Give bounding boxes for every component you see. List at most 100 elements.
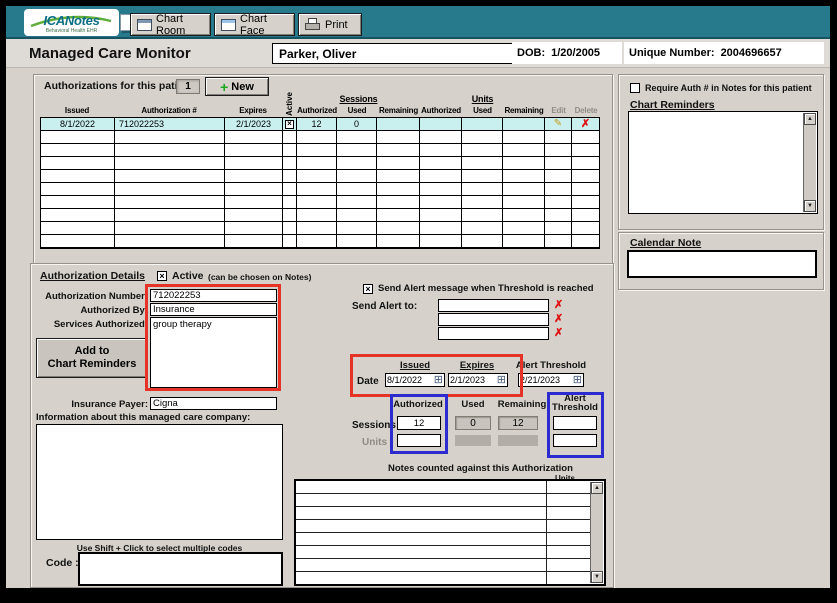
notes-list-scrollbar[interactable]: ▲ ▼	[590, 482, 603, 583]
chart-room-icon	[137, 19, 152, 31]
insurance-payer-input[interactable]	[150, 397, 277, 410]
remove-recipient-3-icon[interactable]: ✗	[554, 328, 563, 339]
chart-reminders-scrollbar[interactable]: ▲ ▼	[803, 113, 816, 212]
code-label: Code :	[46, 557, 79, 569]
remove-recipient-2-icon[interactable]: ✗	[554, 314, 563, 325]
cell-units-remaining	[503, 118, 545, 130]
col-header-units-remaining: Remaining	[503, 106, 545, 115]
notes-counted-label: Notes counted against this Authorization	[388, 463, 573, 474]
services-authorized-textarea[interactable]: group therapy	[150, 317, 277, 388]
auth-table-rows: 8/1/2022 712022253 2/1/2023 × 12 0 ✎ ✗	[41, 118, 599, 248]
cell-issued: 8/1/2022	[41, 118, 115, 130]
alert-recipient-input-2[interactable]	[438, 313, 549, 326]
sessions-threshold-input[interactable]	[553, 416, 597, 430]
scroll-up-icon: ▲	[807, 116, 813, 122]
calendar-icon[interactable]: ⊞	[497, 376, 506, 385]
cell-edit: ✎	[545, 118, 572, 130]
unique-number-box: Unique Number: 2004696657	[624, 42, 824, 64]
remove-recipient-1-icon[interactable]: ✗	[554, 300, 563, 311]
authorization-row-empty[interactable]	[41, 196, 599, 209]
cell-delete: ✗	[572, 118, 599, 130]
logo-subtitle: Behavioral Health EHR	[24, 28, 119, 34]
alert-threshold-header: Alert Threshold	[515, 360, 587, 371]
print-button[interactable]: Print	[298, 13, 362, 36]
calendar-icon[interactable]: ⊞	[434, 376, 443, 385]
chart-reminders-label: Chart Reminders	[630, 99, 715, 111]
authorizations-section-label: Authorizations for this patient	[44, 80, 193, 92]
delete-x-icon[interactable]: ✗	[581, 119, 590, 130]
active-checkbox[interactable]: ×	[157, 271, 167, 281]
sessions-authorized-input[interactable]	[397, 416, 441, 430]
authorization-row-empty[interactable]	[41, 144, 599, 157]
threshold-date-value: 2/21/2023	[520, 375, 560, 385]
authorization-row-empty[interactable]	[41, 157, 599, 170]
chart-reminders-textarea[interactable]: ▲ ▼	[628, 111, 818, 214]
new-button-label: New	[231, 81, 254, 93]
authorization-count: 1	[176, 79, 200, 94]
app-window: ICANotes Behavioral Health EHR Chart Roo…	[6, 6, 830, 588]
auth-number-input[interactable]	[150, 289, 277, 302]
chart-room-button[interactable]: Chart Room	[130, 13, 211, 36]
new-authorization-button[interactable]: + New	[205, 77, 269, 96]
unique-number-label: Unique Number:	[629, 47, 715, 59]
issued-date-field[interactable]: 8/1/2022 ⊞	[385, 373, 445, 387]
company-info-textarea[interactable]	[36, 424, 283, 540]
add-button-line2: Chart Reminders	[48, 358, 137, 371]
authorizations-table: 8/1/2022 712022253 2/1/2023 × 12 0 ✎ ✗	[40, 117, 600, 249]
scroll-down-icon: ▼	[594, 574, 600, 580]
require-auth-checkbox[interactable]	[630, 83, 640, 93]
threshold-date-field[interactable]: 2/21/2023 ⊞	[518, 373, 584, 387]
units-threshold-input[interactable]	[553, 434, 597, 447]
authorization-row-empty[interactable]	[41, 209, 599, 222]
scroll-down-button[interactable]: ▼	[591, 571, 603, 583]
authorization-row-empty[interactable]	[41, 222, 599, 235]
col-header-sessions-remaining: Remaining	[377, 106, 420, 115]
authorization-row[interactable]: 8/1/2022 712022253 2/1/2023 × 12 0 ✎ ✗	[41, 118, 599, 131]
grid-header-alert-threshold: Alert Threshold	[549, 394, 601, 412]
patient-name-input[interactable]	[272, 43, 513, 64]
alert-recipient-input-3[interactable]	[438, 327, 549, 340]
active-note: (can be chosen on Notes)	[208, 272, 311, 282]
notes-list[interactable]: ▲ ▼	[294, 479, 606, 586]
send-alert-checkbox[interactable]: ×	[363, 284, 373, 294]
units-authorized-input[interactable]	[397, 434, 441, 447]
icanotes-logo[interactable]: ICANotes Behavioral Health EHR	[24, 9, 119, 36]
cell-auth-number: 712022253	[115, 118, 225, 130]
col-header-active: Active	[285, 92, 294, 116]
units-row-label: Units	[362, 437, 387, 448]
scroll-up-button[interactable]: ▲	[804, 113, 816, 125]
dob-label: DOB:	[517, 47, 545, 59]
scroll-up-button[interactable]: ▲	[591, 482, 603, 494]
expires-date-field[interactable]: 2/1/2023 ⊞	[448, 373, 508, 387]
sessions-group-header: Sessions	[297, 94, 420, 104]
scroll-down-icon: ▼	[807, 203, 813, 209]
col-header-expires: Expires	[224, 106, 282, 115]
calendar-note-input[interactable]	[627, 250, 817, 278]
authorized-by-label: Authorized By:	[32, 305, 148, 316]
add-to-chart-reminders-button[interactable]: Add to Chart Reminders	[36, 338, 148, 378]
chart-room-label: Chart Room	[156, 13, 204, 37]
grid-header-authorized: Authorized	[391, 399, 445, 410]
authorization-row-empty[interactable]	[41, 170, 599, 183]
edit-pencil-icon[interactable]: ✎	[554, 119, 562, 129]
alert-recipient-input-1[interactable]	[438, 299, 549, 312]
chart-face-button[interactable]: Chart Face	[214, 13, 295, 36]
checkbox-x-icon: ×	[365, 285, 370, 294]
chart-face-icon	[221, 19, 236, 31]
checkbox-x-icon: ×	[287, 120, 292, 128]
authorized-by-input[interactable]	[150, 303, 277, 316]
code-input[interactable]	[78, 552, 283, 586]
logo-title: ICANotes	[24, 13, 119, 28]
calendar-icon[interactable]: ⊞	[573, 376, 582, 385]
cell-units-authorized	[420, 118, 462, 130]
dob-value: 1/20/2005	[551, 47, 600, 59]
units-used-cell	[455, 435, 491, 446]
authorization-row-empty[interactable]	[41, 131, 599, 144]
authorization-row-empty[interactable]	[41, 183, 599, 196]
authorization-row-empty[interactable]	[41, 235, 599, 248]
insurance-payer-label: Insurance Payer:	[32, 399, 148, 410]
scroll-down-button[interactable]: ▼	[804, 200, 816, 212]
row-active-checkbox[interactable]: ×	[285, 120, 294, 129]
col-header-units-used: Used	[462, 106, 503, 115]
scroll-up-icon: ▲	[594, 485, 600, 491]
